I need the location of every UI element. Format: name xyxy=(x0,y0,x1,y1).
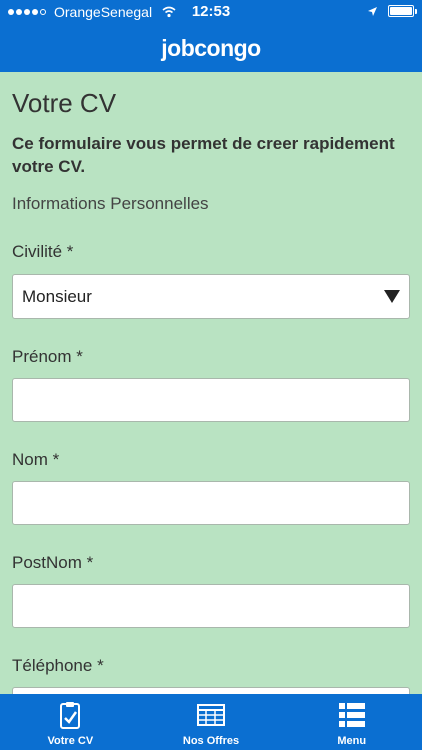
tab-bar: Votre CV Nos Offres Menu xyxy=(0,694,422,750)
tab-menu[interactable]: Menu xyxy=(281,694,422,750)
telephone-label: Téléphone * xyxy=(12,656,104,675)
location-arrow-icon xyxy=(368,6,377,16)
dropdown-triangle-icon xyxy=(384,290,400,303)
telephone-input[interactable] xyxy=(12,687,410,694)
civility-selected-value: Monsieur xyxy=(22,286,92,306)
app-title: jobcongo xyxy=(161,34,261,61)
prenom-input[interactable] xyxy=(12,378,410,422)
clipboard-check-icon xyxy=(60,702,81,729)
nom-input[interactable] xyxy=(12,481,410,525)
status-right xyxy=(367,5,417,17)
tab-label: Menu xyxy=(337,735,367,747)
postnom-label: PostNom * xyxy=(12,553,94,572)
status-time: 12:53 xyxy=(191,3,231,20)
status-bar: OrangeSenegal 12:53 xyxy=(0,0,422,24)
menu-list-icon xyxy=(338,703,365,727)
form-intro: Ce formulaire vous permet de creer rapid… xyxy=(12,134,395,176)
tab-votre-cv[interactable]: Votre CV xyxy=(0,694,141,750)
battery-icon xyxy=(388,5,417,17)
tab-label: Nos Offres xyxy=(182,735,240,747)
tab-label: Votre CV xyxy=(47,735,94,747)
civility-select[interactable]: Monsieur xyxy=(12,274,410,319)
cv-form: Votre CV Ce formulaire vous permet de cr… xyxy=(0,72,422,694)
page-title: Votre CV xyxy=(12,88,117,118)
nom-label: Nom * xyxy=(12,450,60,469)
app-header: jobcongo xyxy=(0,24,422,72)
postnom-input[interactable] xyxy=(12,584,410,628)
tab-nos-offres[interactable]: Nos Offres xyxy=(141,694,282,750)
civility-label: Civilité * xyxy=(12,242,74,261)
section-heading: Informations Personnelles xyxy=(12,194,209,213)
newspaper-icon xyxy=(197,704,225,726)
prenom-label: Prénom * xyxy=(12,347,83,366)
